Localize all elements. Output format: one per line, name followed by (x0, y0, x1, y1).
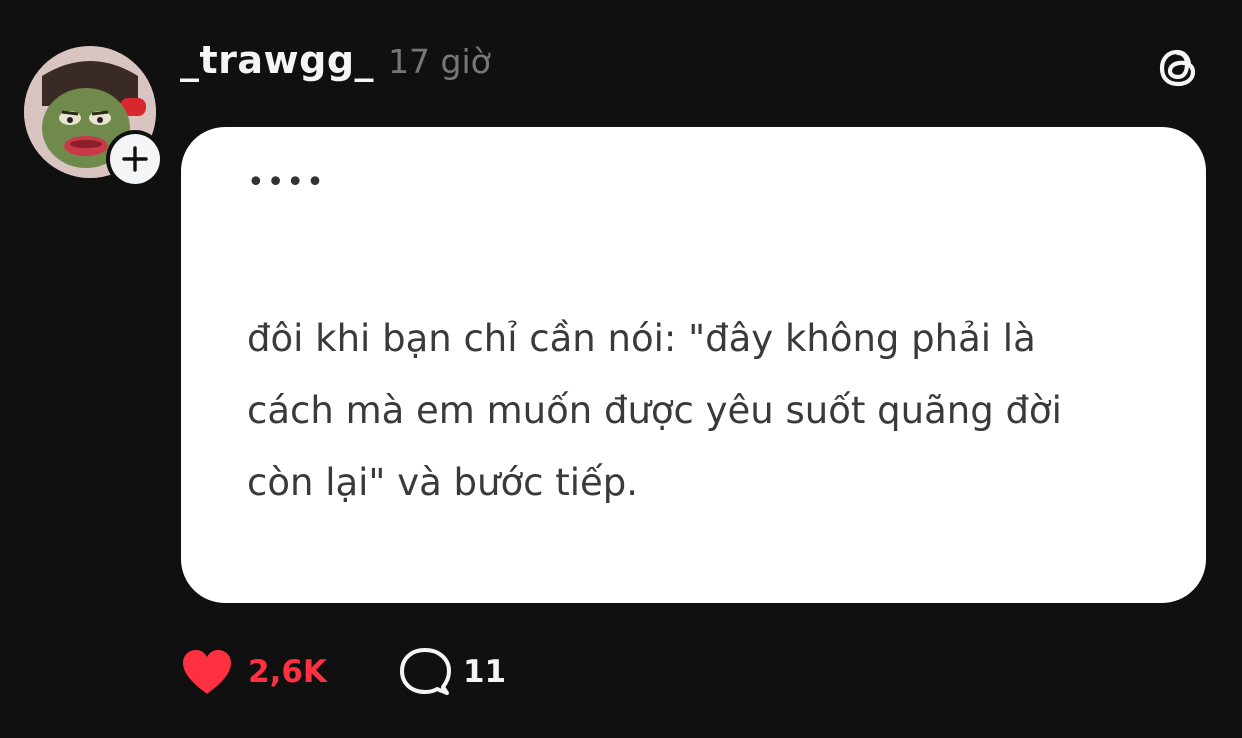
post-text: đôi khi bạn chỉ cần nói: "đây không phải… (247, 303, 1147, 519)
threads-post-screen: _trawgg_ 17 giờ •••• đôi khi bạn chỉ cần… (0, 0, 1242, 738)
follow-button[interactable] (106, 130, 164, 188)
like-count: 2,6K (248, 654, 327, 690)
post-timestamp: 17 giờ (388, 42, 491, 81)
username[interactable]: _trawgg_ (180, 38, 374, 82)
post-content-card[interactable]: •••• đôi khi bạn chỉ cần nói: "đây không… (181, 127, 1206, 603)
follow-button-circle (110, 134, 160, 184)
ellipsis-dots: •••• (247, 165, 326, 200)
post-text-line: cách mà em muốn được yêu suốt quãng đời (247, 389, 1062, 432)
like-button[interactable]: 2,6K (180, 648, 327, 696)
post-actions: 2,6K 11 (180, 646, 506, 698)
heart-icon (183, 650, 231, 694)
comment-count: 11 (462, 654, 507, 690)
post-header: _trawgg_ 17 giờ (180, 38, 491, 82)
post-text-line: còn lại" và bước tiếp. (247, 461, 639, 504)
post-text-line: đôi khi bạn chỉ cần nói: "đây không phải… (247, 317, 1036, 360)
comment-button[interactable]: 11 (399, 647, 506, 697)
plus-icon (122, 146, 148, 172)
comment-bubble-icon (399, 648, 451, 695)
threads-logo-icon[interactable] (1152, 42, 1204, 94)
